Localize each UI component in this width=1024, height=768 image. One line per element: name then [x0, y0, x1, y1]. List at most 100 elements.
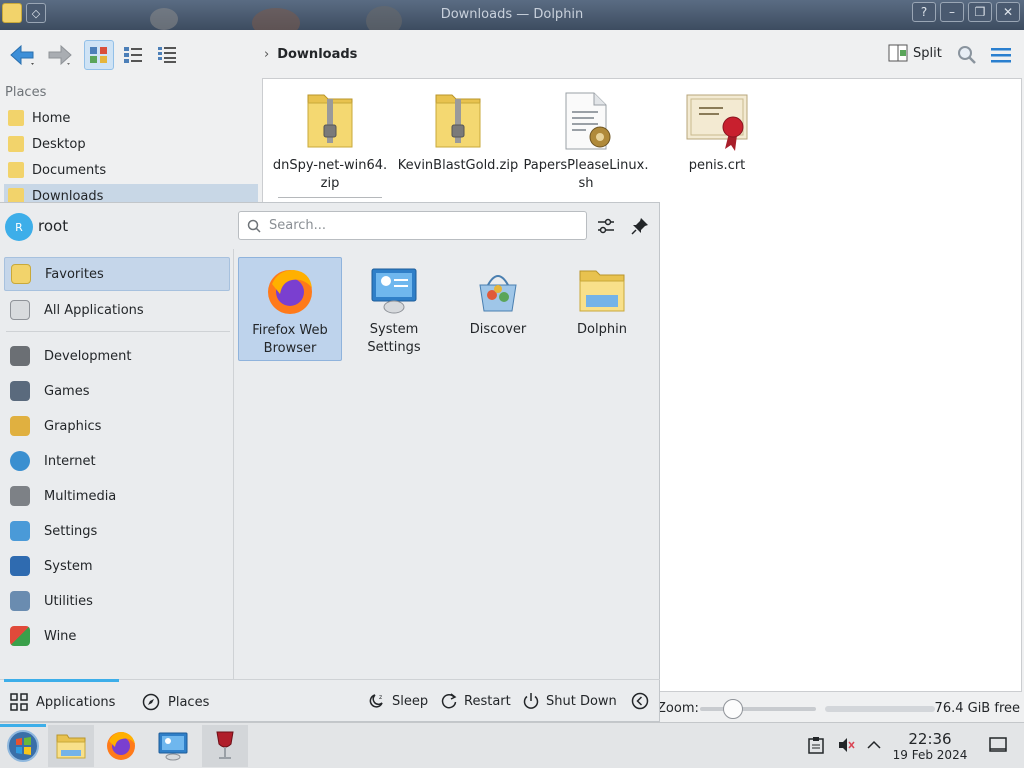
- category-development[interactable]: Development: [4, 339, 230, 373]
- restart-button[interactable]: Restart: [440, 692, 511, 710]
- category-label: System: [44, 558, 93, 574]
- sleep-label: Sleep: [392, 693, 429, 709]
- icon-view-icon: [90, 47, 107, 63]
- task-wine[interactable]: [202, 725, 248, 767]
- place-item-documents[interactable]: Documents: [4, 158, 258, 182]
- close-button[interactable]: ✕: [996, 2, 1020, 22]
- minimize-button[interactable]: –: [940, 2, 964, 22]
- volume-muted-icon: [839, 738, 855, 752]
- category-label: Settings: [44, 523, 98, 539]
- leave-more-button[interactable]: [631, 692, 649, 710]
- favorites-grid: Firefox Web Browser System Settings Disc…: [234, 249, 660, 679]
- category-multimedia[interactable]: Multimedia: [4, 479, 230, 513]
- wine-glass-icon: [216, 731, 234, 759]
- app-system-settings[interactable]: System Settings: [342, 257, 446, 361]
- rename-indicator: [278, 197, 382, 198]
- search-input[interactable]: [269, 218, 569, 233]
- tab-applications[interactable]: Applications: [3, 679, 120, 724]
- place-label: Desktop: [32, 136, 86, 152]
- power-icon: [523, 693, 539, 709]
- show-desktop-button[interactable]: [988, 735, 1008, 755]
- details-view-button[interactable]: [152, 40, 182, 70]
- category-favorites[interactable]: Favorites: [4, 257, 230, 291]
- maximize-button[interactable]: ❐: [968, 2, 992, 22]
- breadcrumb[interactable]: › Downloads: [264, 47, 357, 62]
- category-internet[interactable]: Internet: [4, 444, 230, 478]
- zoom-slider[interactable]: [700, 707, 816, 711]
- category-label: Utilities: [44, 593, 93, 609]
- file-item[interactable]: dnSpy-net-win64. zip: [265, 89, 395, 198]
- volume-tray-button[interactable]: [836, 735, 856, 755]
- file-item[interactable]: PapersPleaseLinux. sh: [521, 89, 651, 193]
- file-item[interactable]: penis.crt: [652, 89, 782, 175]
- avatar[interactable]: R: [5, 213, 33, 241]
- clipboard-tray-button[interactable]: [806, 735, 826, 755]
- zoom-slider-handle[interactable]: [723, 699, 744, 719]
- forward-arrow-icon: [48, 44, 72, 66]
- shutdown-button[interactable]: Shut Down: [522, 692, 617, 710]
- category-wine[interactable]: Wine: [4, 619, 230, 653]
- sleep-button[interactable]: z Sleep: [368, 692, 428, 710]
- place-item-desktop[interactable]: Desktop: [4, 132, 258, 156]
- app-label: Dolphin: [577, 322, 627, 337]
- category-settings[interactable]: Settings: [4, 514, 230, 548]
- utilities-icon: [10, 591, 30, 611]
- window-titlebar[interactable]: ◇ Downloads — Dolphin ? – ❐ ✕: [0, 0, 1024, 38]
- category-system[interactable]: System: [4, 549, 230, 583]
- task-dolphin[interactable]: [48, 725, 94, 767]
- dolphin-toolbar: › Downloads Split: [0, 30, 1024, 78]
- app-label: Firefox Web: [252, 323, 328, 338]
- sleep-icon: z: [369, 694, 383, 708]
- app-label-cont: Browser: [263, 341, 317, 356]
- split-button[interactable]: Split: [888, 44, 942, 62]
- search-button[interactable]: [956, 44, 978, 66]
- search-icon: [958, 46, 976, 64]
- status-bar: Zoom: 76.4 GiB free: [655, 694, 1024, 722]
- category-list: Favorites All Applications Development G…: [0, 249, 234, 679]
- configure-button[interactable]: [595, 215, 617, 237]
- forward-button[interactable]: [44, 42, 74, 68]
- search-icon: [247, 219, 261, 233]
- digital-clock[interactable]: 22:36 19 Feb 2024: [890, 730, 970, 762]
- app-discover[interactable]: Discover: [446, 257, 550, 361]
- shutdown-label: Shut Down: [546, 693, 617, 709]
- start-orb-icon: [7, 730, 39, 762]
- back-button[interactable]: [8, 42, 38, 68]
- back-arrow-icon: [10, 44, 34, 66]
- details-view-icon: [158, 47, 176, 63]
- breadcrumb-downloads[interactable]: Downloads: [277, 47, 357, 62]
- graphics-icon: [10, 416, 30, 436]
- task-firefox[interactable]: [98, 725, 144, 767]
- free-space-text: 76.4 GiB free: [934, 701, 1020, 716]
- tab-places[interactable]: Places: [142, 680, 209, 724]
- category-label: Development: [44, 348, 132, 364]
- certificate-icon: [686, 89, 748, 153]
- category-label: Wine: [44, 628, 77, 644]
- search-field[interactable]: [238, 211, 587, 240]
- compact-view-button[interactable]: [118, 40, 148, 70]
- hamburger-menu-button[interactable]: [990, 44, 1012, 66]
- tab-applications-label: Applications: [36, 694, 116, 710]
- place-label: Home: [32, 110, 71, 126]
- tray-expander[interactable]: [864, 735, 884, 755]
- sliders-icon: [598, 218, 614, 234]
- category-graphics[interactable]: Graphics: [4, 409, 230, 443]
- split-view-icon: [888, 44, 908, 62]
- app-firefox[interactable]: Firefox Web Browser: [238, 257, 342, 361]
- category-games[interactable]: Games: [4, 374, 230, 408]
- category-utilities[interactable]: Utilities: [4, 584, 230, 618]
- help-button[interactable]: ?: [912, 2, 936, 22]
- app-dolphin[interactable]: Dolphin: [550, 257, 654, 361]
- file-name: penis.crt: [688, 158, 746, 173]
- icons-view-button[interactable]: [84, 40, 114, 70]
- firefox-icon: [107, 732, 135, 760]
- restart-label: Restart: [464, 693, 511, 709]
- place-item-home[interactable]: Home: [4, 106, 258, 130]
- hamburger-icon: [991, 48, 1011, 63]
- file-item[interactable]: KevinBlastGold.zip: [393, 89, 523, 175]
- application-launcher-button[interactable]: [0, 724, 46, 767]
- task-system-settings[interactable]: [150, 725, 196, 767]
- pin-button[interactable]: [629, 215, 651, 237]
- grid-icon: [10, 693, 28, 711]
- category-all-applications[interactable]: All Applications: [4, 293, 230, 327]
